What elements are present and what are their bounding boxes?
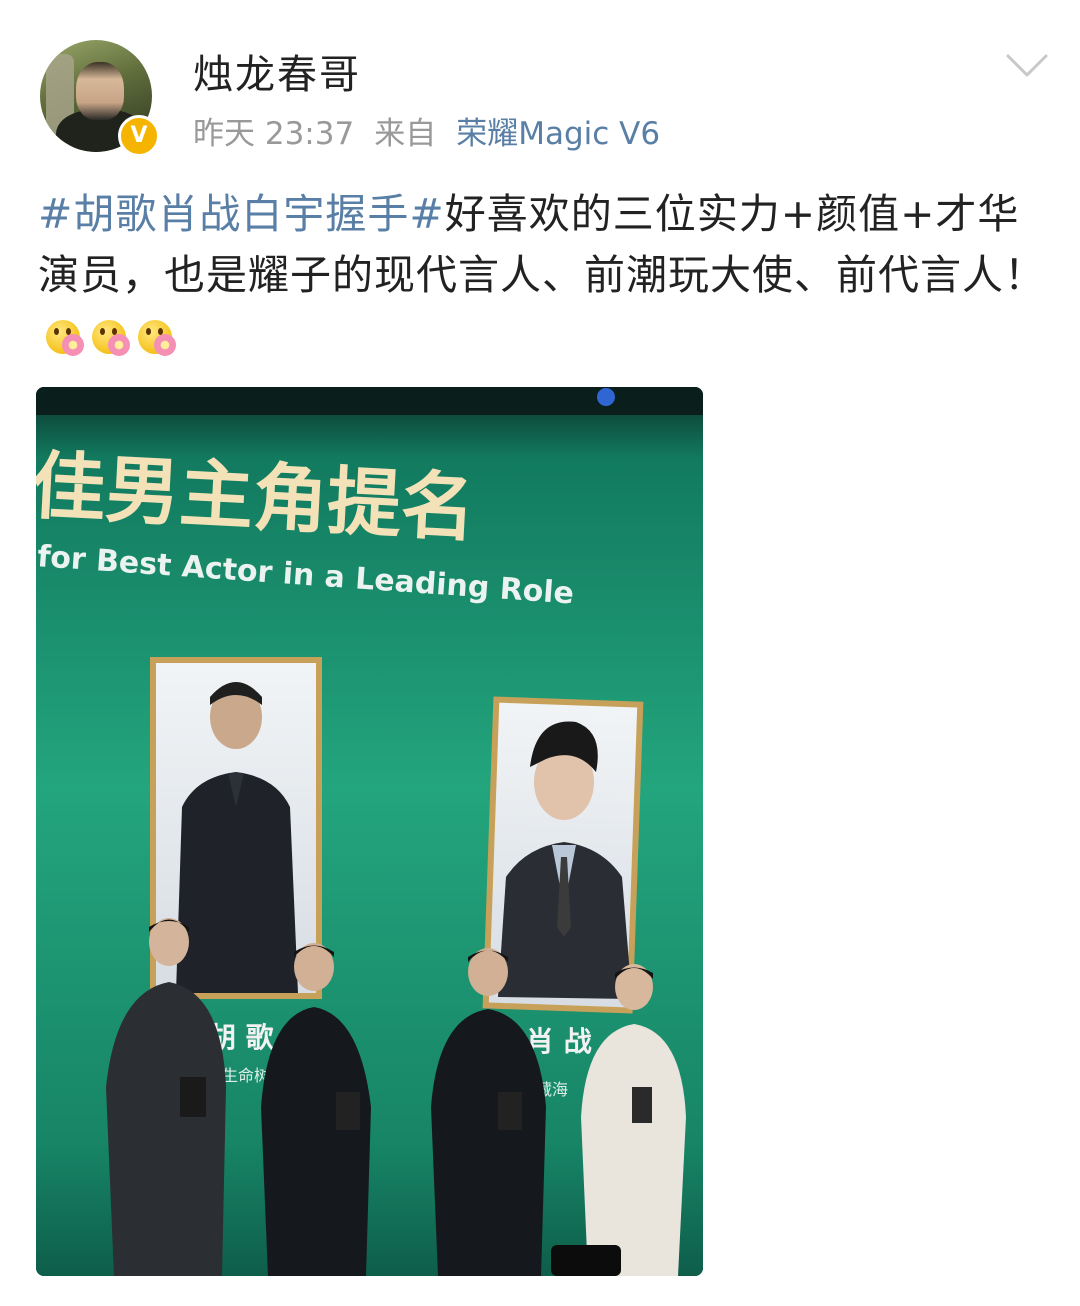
hashtag-link[interactable]: #胡歌肖战白宇握手# xyxy=(38,190,445,238)
post-time: 昨天 23:37 xyxy=(193,116,355,152)
nameplate-right: 肖 战 xyxy=(526,1025,592,1058)
flower-smile-emoji-icon xyxy=(44,316,84,356)
device-link[interactable]: 荣耀Magic V6 xyxy=(456,116,660,152)
weibo-post: V 烛龙春哥 昨天 23:37 来自 荣耀Magic V6 #胡歌肖战白宇握手#好喜… xyxy=(0,0,1080,1306)
foreground-phone xyxy=(551,1245,621,1276)
chevron-down-icon[interactable] xyxy=(1005,52,1049,80)
verified-badge-icon: V xyxy=(118,115,160,157)
source-prefix: 来自 xyxy=(374,116,437,152)
avatar-face xyxy=(76,62,124,120)
post-image[interactable]: 佳男主角提名 for Best Actor in a Leading Role xyxy=(36,387,703,1276)
post-meta: 昨天 23:37 来自 荣耀Magic V6 xyxy=(193,108,660,153)
username[interactable]: 烛龙春哥 xyxy=(193,42,361,100)
nameplate-left-sub: 生命树 xyxy=(222,1066,270,1085)
post-text: #胡歌肖战白宇握手#好喜欢的三位实力+颜值+才华演员，也是耀子的现代言人、前潮玩… xyxy=(38,184,1050,367)
flower-smile-emoji-icon xyxy=(90,316,130,356)
flower-smile-emoji-icon xyxy=(136,316,176,356)
stage-photo: 佳男主角提名 for Best Actor in a Leading Role xyxy=(36,387,703,1276)
